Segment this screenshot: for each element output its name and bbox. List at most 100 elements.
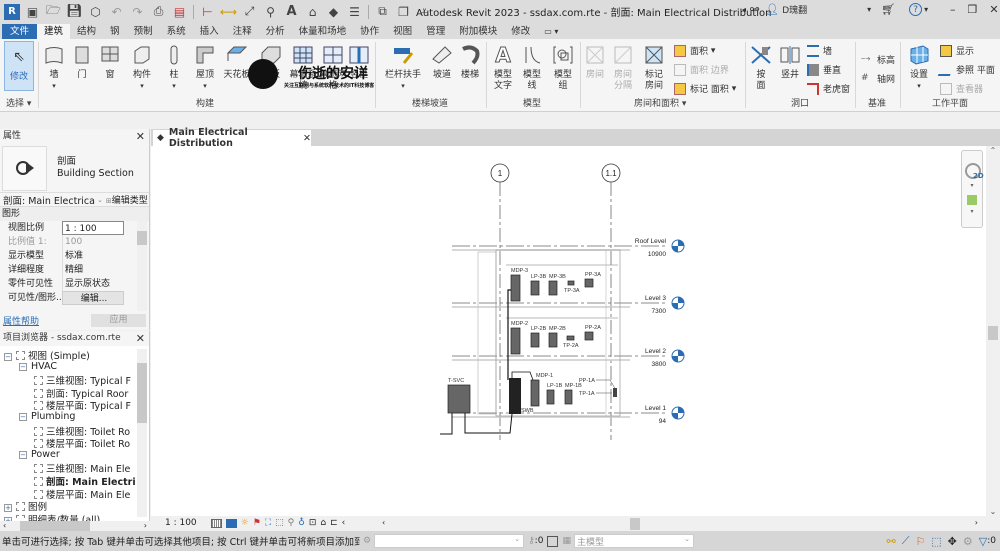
property-row[interactable]: 显示模型 标准 bbox=[0, 249, 149, 263]
set-workplane-button[interactable]: 设置 ▾ bbox=[906, 43, 932, 92]
export-icon[interactable]: ▤ bbox=[171, 3, 188, 20]
select-underlay-icon[interactable]: ⟋ bbox=[902, 534, 910, 548]
view-scale[interactable]: 1 : 100 bbox=[165, 518, 197, 528]
tag-room-button[interactable]: 标记房间 bbox=[642, 43, 666, 92]
show-crop-region-icon[interactable]: ⬚ bbox=[275, 518, 284, 528]
property-row[interactable]: 零件可见性 显示原状态 bbox=[0, 277, 149, 291]
room-area-panel-label[interactable]: 房间和面积 ▾ bbox=[634, 96, 686, 109]
tag-area-button[interactable]: 标记 面积 ▾ bbox=[674, 82, 736, 95]
worksets-icon[interactable]: ⚙ bbox=[363, 536, 371, 546]
restore-button[interactable]: ❐ bbox=[968, 3, 978, 16]
select-links-icon[interactable]: ⚯ bbox=[886, 535, 895, 548]
zoom-region-button[interactable] bbox=[967, 195, 977, 205]
model-text-button[interactable]: A 模型文字 bbox=[491, 43, 515, 92]
steering-wheel-button[interactable]: 2D bbox=[965, 163, 984, 180]
scroll-more-icon[interactable]: ‹ bbox=[342, 518, 346, 528]
canvas-hscrollbar[interactable]: ‹ › bbox=[380, 518, 986, 530]
binoculars-icon[interactable]: ⚯ bbox=[750, 3, 759, 16]
highlight-displacement-icon[interactable]: ⊏ bbox=[330, 518, 338, 528]
analytical-model-icon[interactable]: ⌂ bbox=[320, 518, 326, 528]
chevron-down-icon[interactable]: ⌄ bbox=[97, 196, 103, 204]
crop-view-icon[interactable]: ⛶ bbox=[265, 518, 271, 528]
sync-icon[interactable]: ⬡ bbox=[87, 3, 104, 20]
browser-view-item[interactable]: 楼层平面: Main Ele bbox=[34, 487, 130, 501]
vertical-opening-button[interactable]: 垂直 bbox=[807, 63, 841, 76]
door-button[interactable]: 门 bbox=[70, 43, 94, 81]
tab-collaborate[interactable]: 协作 bbox=[353, 24, 386, 39]
tab-massing-site[interactable]: 体量和场地 bbox=[292, 24, 354, 39]
scroll-left-icon[interactable]: ◂ bbox=[742, 5, 746, 14]
tab-structure[interactable]: 结构 bbox=[70, 24, 103, 39]
minimize-button[interactable]: – bbox=[950, 3, 956, 16]
detail-level-icon[interactable] bbox=[210, 518, 222, 528]
area-button[interactable]: 面积 ▾ bbox=[674, 44, 715, 57]
wall-opening-button[interactable]: 墙 bbox=[807, 44, 832, 57]
dormer-button[interactable]: 老虎窗 bbox=[807, 82, 850, 95]
model-line-button[interactable]: 模型线 bbox=[520, 43, 544, 92]
temporary-hide-icon[interactable]: ⚲ bbox=[288, 518, 295, 528]
help-icon[interactable]: ? bbox=[909, 3, 923, 16]
select-by-face-icon[interactable]: ⬚ bbox=[931, 535, 941, 548]
workset-select[interactable]: ⌄ bbox=[374, 534, 525, 548]
wheel-dropdown-icon[interactable]: ▾ bbox=[962, 182, 982, 189]
thin-lines-icon[interactable]: ☰ bbox=[346, 3, 363, 20]
railing-button[interactable]: 栏杆扶手 ▾ bbox=[383, 43, 423, 92]
browser-hscrollbar[interactable]: ‹ › bbox=[0, 521, 150, 531]
editable-only-icon[interactable]: ⚷ bbox=[528, 536, 535, 546]
properties-help-link[interactable]: 属性帮助 bbox=[3, 314, 39, 327]
text-icon[interactable]: A bbox=[283, 3, 300, 20]
tab-add-ins[interactable]: 附加模块 bbox=[452, 24, 504, 39]
open-icon[interactable]: 🗁 bbox=[45, 3, 62, 20]
window-button[interactable]: 窗 bbox=[98, 43, 122, 81]
select-panel-label[interactable]: 选择 ▾ bbox=[6, 96, 31, 109]
help-dropdown-icon[interactable]: ▾ bbox=[924, 5, 928, 14]
close-icon[interactable]: ✕ bbox=[136, 331, 145, 346]
level-button[interactable]: ⤍ 标高 bbox=[861, 53, 895, 67]
browser-vscrollbar[interactable] bbox=[137, 349, 147, 517]
exclude-options-icon[interactable]: ▦ bbox=[562, 536, 571, 546]
wall-button[interactable]: 墙 ▾ bbox=[42, 43, 66, 92]
grid-button[interactable]: # 轴网 bbox=[861, 72, 895, 86]
cart-icon[interactable]: 🛒︎ bbox=[881, 3, 895, 16]
tab-steel[interactable]: 钢 bbox=[103, 24, 127, 39]
browser-group-item[interactable]: − HVAC bbox=[19, 361, 57, 372]
tab-systems[interactable]: 系统 bbox=[160, 24, 193, 39]
show-workplane-button[interactable]: 显示 bbox=[940, 44, 974, 57]
save-icon[interactable]: 💾︎ bbox=[66, 3, 83, 20]
ramp-button[interactable]: 坡道 bbox=[430, 43, 454, 81]
browser-group-item[interactable]: − Power bbox=[19, 449, 60, 460]
group-graphics[interactable]: 图形 bbox=[0, 207, 149, 221]
close-button[interactable]: ✕ bbox=[989, 3, 998, 16]
property-row[interactable]: 详细程度 精细 bbox=[0, 263, 149, 277]
component-button[interactable]: 构件 ▾ bbox=[128, 43, 156, 92]
home-icon[interactable]: ▣ bbox=[24, 3, 41, 20]
viewer-button[interactable]: 查看器 bbox=[940, 82, 983, 95]
zoom-dropdown-icon[interactable]: ▾ bbox=[962, 208, 982, 215]
section-icon[interactable]: ◆ bbox=[325, 3, 342, 20]
close-icon[interactable]: ✕ bbox=[136, 129, 145, 144]
redo-icon[interactable]: ↷ bbox=[129, 3, 146, 20]
tab-file[interactable]: 文件 bbox=[2, 24, 38, 39]
tag-icon[interactable]: ⚲ bbox=[262, 3, 279, 20]
instance-selector[interactable]: 剖面: Main Electrica bbox=[0, 193, 97, 207]
background-process-icon[interactable]: ⚙ bbox=[963, 535, 973, 548]
tab-view[interactable]: 视图 bbox=[386, 24, 419, 39]
ribbon-minimize-toggle[interactable]: ▭ ▾ bbox=[537, 24, 565, 39]
measure-icon[interactable]: ⊢ bbox=[199, 3, 216, 20]
tab-analyze[interactable]: 分析 bbox=[259, 24, 292, 39]
print-icon[interactable]: ⎙ bbox=[150, 3, 167, 20]
design-option-select[interactable]: 主模型 ⌄ bbox=[573, 534, 694, 548]
roof-button[interactable]: 屋顶 ▾ bbox=[192, 43, 218, 92]
select-pinned-icon[interactable]: ⚐ bbox=[915, 535, 925, 548]
tab-architecture[interactable]: 建筑 bbox=[37, 24, 71, 39]
worksharing-icon[interactable]: ⊡ bbox=[309, 518, 317, 528]
browser-group-item[interactable]: − Plumbing bbox=[19, 411, 75, 422]
room-separator-button[interactable]: 房间分隔 bbox=[612, 43, 634, 92]
stair-button[interactable]: 楼梯 bbox=[458, 43, 482, 81]
sun-path-icon[interactable]: ☼ bbox=[241, 518, 249, 528]
area-boundary-button[interactable]: 面积 边界 bbox=[674, 63, 729, 76]
design-options-icon[interactable] bbox=[547, 535, 559, 547]
collapse-icon[interactable]: − bbox=[4, 353, 12, 361]
model-group-button[interactable]: 模型组 bbox=[550, 43, 576, 92]
spot-dimension-icon[interactable]: ⤢ bbox=[241, 3, 258, 20]
